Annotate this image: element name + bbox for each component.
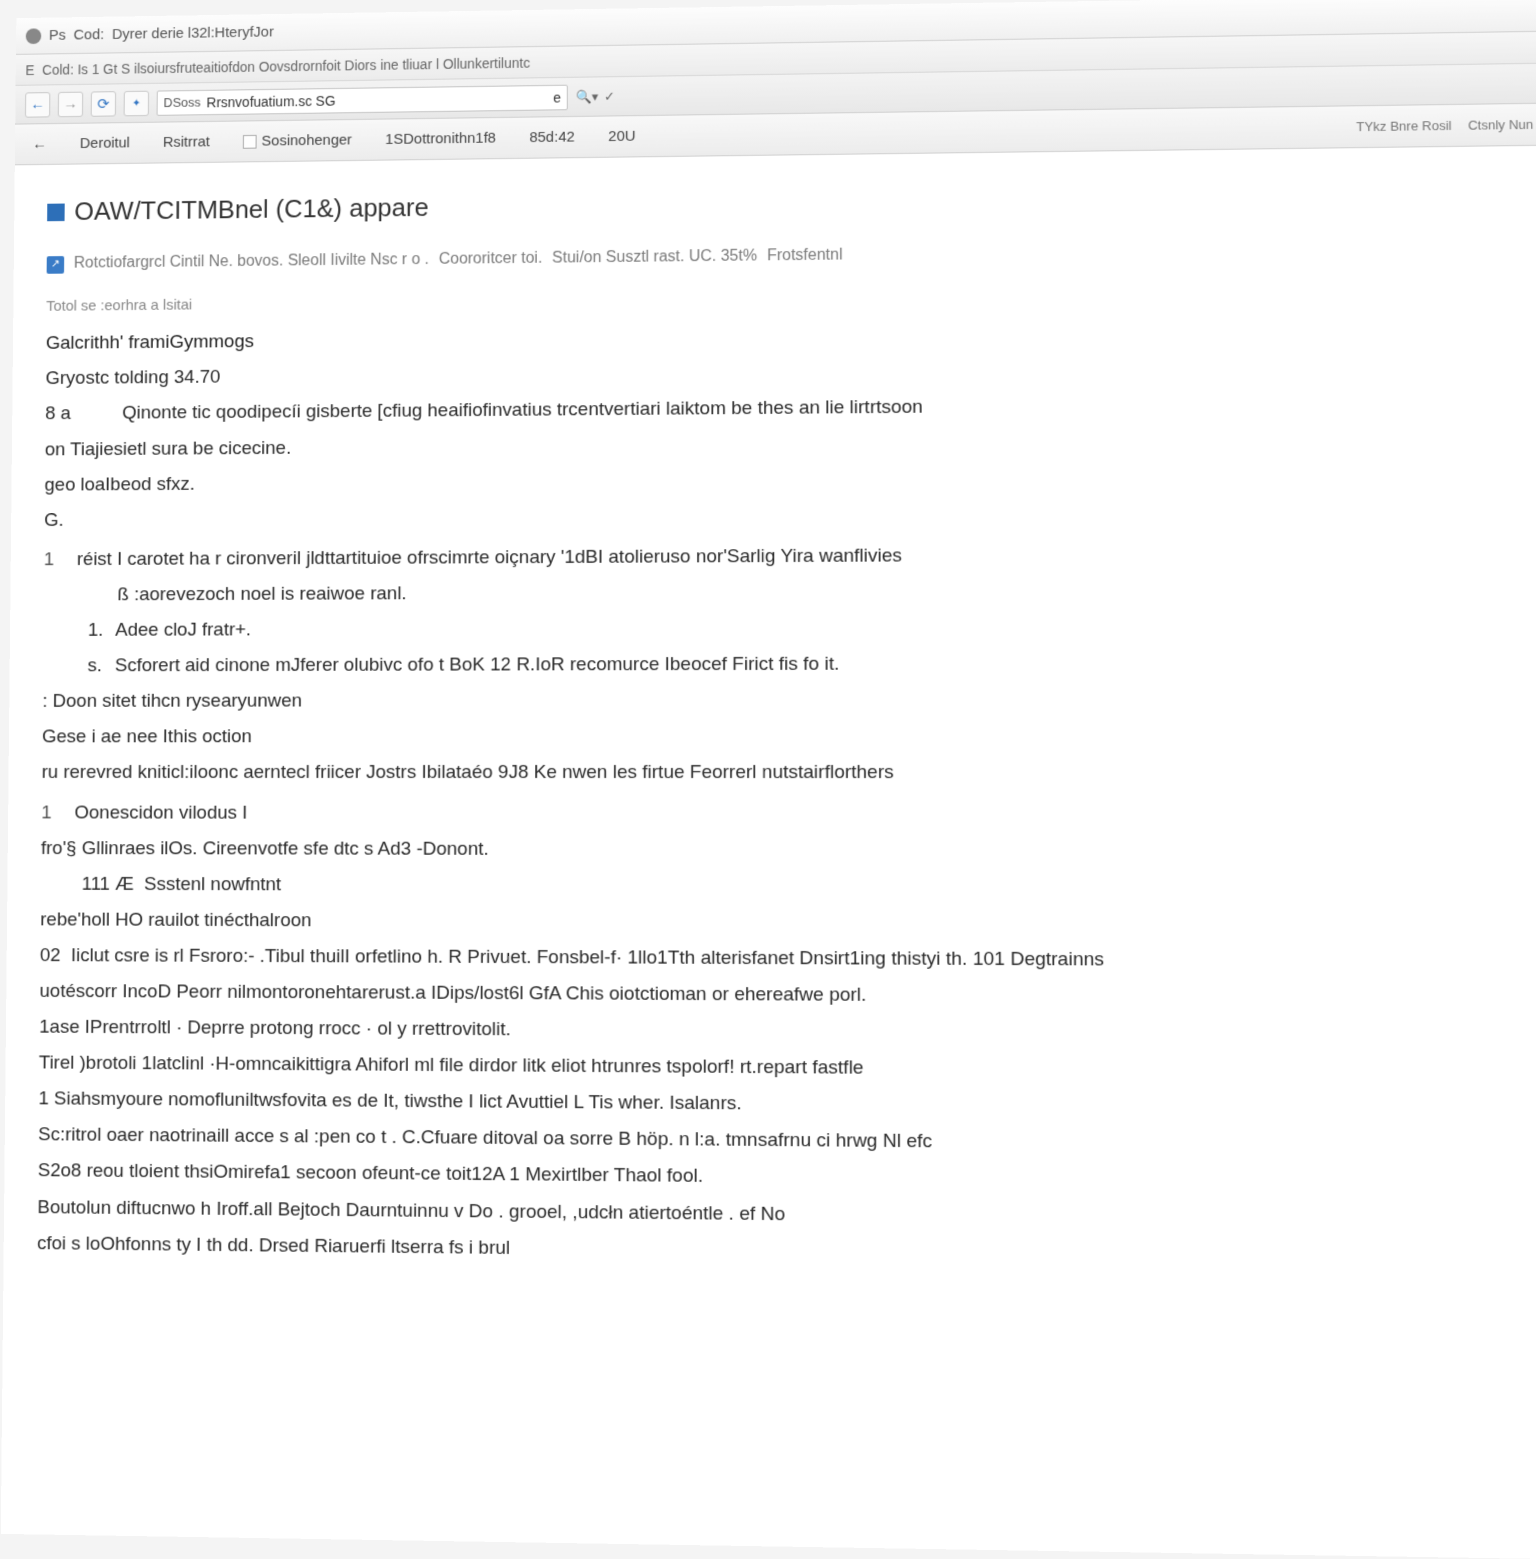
toolbar-back[interactable]: ← — [27, 132, 53, 157]
list-1-row-1: ß :aorevezoch noel is reaiwoe ranl. — [43, 572, 1532, 613]
tool-icon — [243, 134, 257, 148]
line-8: Gese i ae nee Ithis oction — [42, 718, 1534, 755]
app-glyph: Ps — [49, 27, 66, 44]
url-prefix: DSoss — [163, 95, 200, 110]
tab-2[interactable]: Dyrer derie l32l:HteryfJor — [112, 24, 274, 43]
tab-1[interactable]: Cod: — [74, 26, 105, 43]
body-text: Galcrithh' framiGymmogs Gryostc tolding … — [37, 313, 1536, 1278]
url-box[interactable]: DSoss Rrsnvofuatium.sc SG e — [157, 84, 568, 115]
list-2: 1Oonescidon vilodus I — [41, 795, 1535, 833]
crumb-3[interactable]: Frotsfentnl — [767, 241, 843, 272]
toolbar-item-3[interactable]: 1SDottronithn1f8 — [379, 126, 502, 152]
reload-button[interactable]: ⟳ — [91, 91, 116, 117]
list-2-row-0: 1Oonescidon vilodus I — [41, 795, 1535, 833]
list-1: 1réist I carotet ha r cironveril jldttar… — [43, 535, 1532, 613]
page-title-row: OAW/TCITMBnel (C1&) appare — [47, 170, 1528, 236]
forward-button[interactable]: → — [58, 91, 83, 117]
toolbar-item-0[interactable]: Deroitul — [74, 131, 136, 156]
win-glyph: E — [25, 62, 34, 78]
app-frame: Ps Cod: Dyrer derie l32l:HteryfJor E Col… — [1, 0, 1536, 1559]
page-title: OAW/TCITMBnel (C1&) appare — [74, 184, 429, 236]
back-button[interactable]: ← — [25, 92, 50, 118]
toolbar-right-0[interactable]: TYkz Bnre Rosil — [1356, 118, 1451, 134]
url-text: Rrsnvofuatium.sc SG — [206, 89, 547, 109]
toolbar-right: TYkz Bnre Rosil Ctsnly Nun — [1356, 117, 1533, 134]
search-dropdown-icon[interactable]: 🔍▾ — [576, 89, 598, 105]
toolbar-item-2[interactable]: Sosinohenger — [237, 128, 358, 154]
check-icon: ✓ — [604, 88, 615, 104]
crumb-2[interactable]: Stui/on Susztl rast. UC. 35t% — [552, 242, 757, 274]
line-9: ru rerevred kniticl:iloonc aerntecl frii… — [42, 755, 1535, 792]
home-button[interactable]: ✦ — [124, 90, 149, 116]
sublist-1: 1.Adee cloJ fratr+. s.Scforert aid cinon… — [43, 608, 1534, 684]
app-icon — [26, 28, 42, 44]
toolbar-right-1[interactable]: Ctsnly Nun — [1468, 117, 1533, 133]
title-marker-icon — [47, 203, 65, 221]
toolbar-item-5[interactable]: 20U — [602, 124, 641, 149]
url-suffix: e — [553, 89, 561, 105]
line-11: 111 Æ Ssstenl nowfntnt — [40, 867, 1535, 907]
line-6: G. — [44, 495, 1532, 539]
sublist-1-row-1: s.Scforert aid cinone mJferer olubivc of… — [87, 645, 1533, 684]
toolbar-item-1[interactable]: Rsitrrat — [157, 130, 216, 155]
window-title: Cold: Is 1 Gt S ilsoiursfruteaitiofdon O… — [42, 54, 530, 77]
sublist-1-row-0: 1.Adee cloJ fratr+. — [88, 608, 1533, 648]
line-12: rebe'holl HO rauilot tinécthalroon — [40, 902, 1536, 943]
list-1-row-0: 1réist I carotet ha r cironveril jldttar… — [44, 535, 1532, 578]
breadcrumb-icon: ↗ — [47, 256, 65, 274]
line-7: : Doon sitet tihcn rysearyunwen — [42, 682, 1533, 720]
content-area: OAW/TCITMBnel (C1&) appare ↗ Rotctiofarg… — [1, 146, 1536, 1559]
breadcrumb: ↗ Rotctiofargrcl Cintil Ne. bovos. Sleol… — [47, 234, 1529, 280]
crumb-1[interactable]: Coororitcer toi. — [439, 244, 543, 275]
toolbar-item-4[interactable]: 85d:42 — [523, 125, 580, 150]
crumb-0[interactable]: Rotctiofargrcl Cintil Ne. bovos. Sleoll … — [74, 246, 429, 280]
address-icons: 🔍▾ ✓ — [576, 88, 615, 104]
line-10: fro'§ Gllinraes ilOs. Cireenvotfe sfe dt… — [41, 831, 1535, 870]
